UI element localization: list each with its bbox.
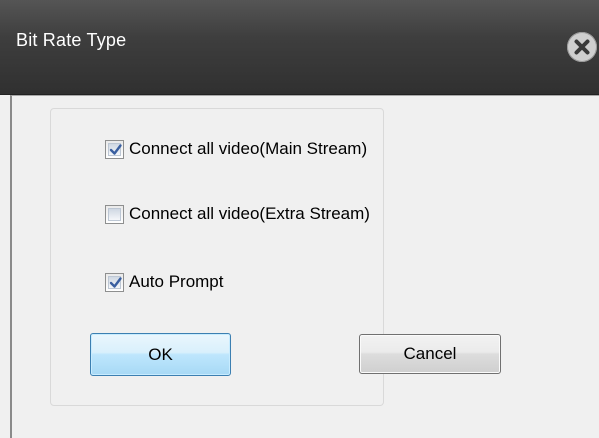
cancel-button[interactable]: Cancel <box>359 334 501 374</box>
option-extra-stream[interactable]: Connect all video(Extra Stream) <box>105 203 370 225</box>
option-auto-prompt[interactable]: Auto Prompt <box>105 271 224 293</box>
bit-rate-type-dialog: Bit Rate Type Connect all video(Main Str… <box>0 0 599 438</box>
checkbox-main-stream[interactable] <box>105 139 124 159</box>
checkmark-icon <box>109 276 122 288</box>
checkbox-extra-stream[interactable] <box>105 204 124 224</box>
checkmark-icon <box>109 143 122 155</box>
option-label-extra-stream: Connect all video(Extra Stream) <box>129 204 370 223</box>
window-title: Bit Rate Type <box>16 30 127 50</box>
title-bar[interactable]: Bit Rate Type <box>0 0 599 95</box>
option-label-auto-prompt: Auto Prompt <box>129 272 224 291</box>
option-main-stream[interactable]: Connect all video(Main Stream) <box>105 138 367 160</box>
checkbox-auto-prompt[interactable] <box>105 272 124 292</box>
option-label-main-stream: Connect all video(Main Stream) <box>129 139 368 158</box>
close-icon[interactable] <box>567 32 597 62</box>
ok-button[interactable]: OK <box>90 333 231 376</box>
